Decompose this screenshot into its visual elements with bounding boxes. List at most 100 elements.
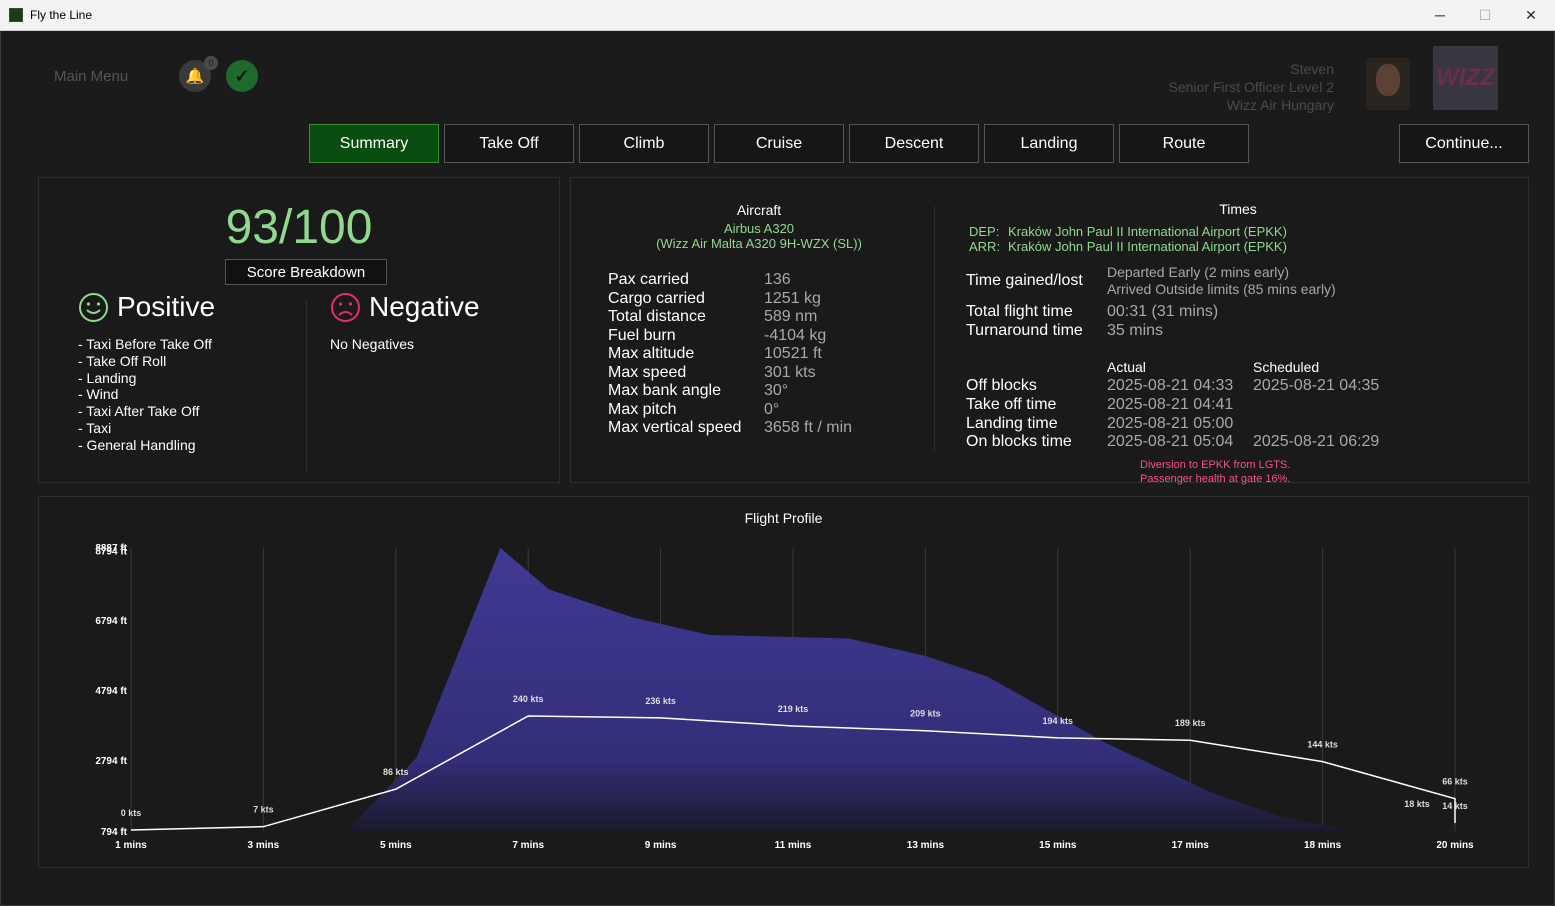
stat-label: Fuel burn xyxy=(608,326,676,344)
continue-button[interactable]: Continue... xyxy=(1399,124,1529,163)
main-menu-link[interactable]: Main Menu xyxy=(54,68,128,85)
divider xyxy=(934,206,935,452)
time-row-scheduled: 2025-08-21 06:29 xyxy=(1253,433,1380,450)
stat-value: 0° xyxy=(764,400,780,418)
stat-label: Total distance xyxy=(608,308,706,325)
list-item: - Taxi xyxy=(78,419,112,436)
stat-value: 1251 kg xyxy=(764,289,821,307)
stat-label: Cargo carried xyxy=(608,289,705,307)
stat-label: Max altitude xyxy=(608,345,695,362)
speed-label: 189 kts xyxy=(1175,718,1206,728)
list-item: - Wind xyxy=(78,386,119,403)
close-button[interactable]: ✕ xyxy=(1508,0,1554,30)
time-row-label: Landing time xyxy=(966,414,1058,432)
times-heading: Times xyxy=(1219,201,1257,217)
time-row-actual: 2025-08-21 05:04 xyxy=(1107,433,1234,450)
flight-profile-chart: 794 ft2794 ft4794 ft6794 ft8794 ft8887 f… xyxy=(95,543,1474,851)
negative-text: No Negatives xyxy=(330,336,415,352)
tab-take-off[interactable]: Take Off xyxy=(444,124,574,163)
y-tick-label: 794 ft xyxy=(101,827,128,838)
maximize-button[interactable]: ☐ xyxy=(1462,0,1508,30)
time-gained-departure: Departed Early (2 mins early) xyxy=(1107,264,1290,280)
list-item: - Taxi Before Take Off xyxy=(78,336,212,352)
list-item: - Landing xyxy=(78,369,137,386)
stat-label: Max speed xyxy=(608,363,687,381)
time-row-label: On blocks time xyxy=(966,433,1072,450)
score-value: 93/100 xyxy=(225,201,373,254)
stat-value: 136 xyxy=(764,271,791,288)
x-tick-label: 5 mins xyxy=(380,840,412,851)
details-panel: Aircraft Airbus A320 (Wizz Air Malta A32… xyxy=(570,177,1529,485)
time-row-actual: 2025-08-21 05:00 xyxy=(1107,414,1234,432)
time-gained-arrival: Arrived Outside limits (85 mins early) xyxy=(1107,281,1336,297)
frown-icon xyxy=(331,292,360,322)
negative-title: Negative xyxy=(369,291,480,322)
turnaround-value: 35 mins xyxy=(1107,322,1164,339)
speed-label: 240 kts xyxy=(513,694,544,704)
stat-label: Max pitch xyxy=(608,400,677,418)
x-tick-label: 18 mins xyxy=(1304,840,1342,851)
speed-label: 236 kts xyxy=(645,696,676,706)
stat-value: -4104 kg xyxy=(764,326,827,344)
minimize-button[interactable]: ─ xyxy=(1417,0,1463,30)
tab-summary[interactable]: Summary xyxy=(309,124,439,163)
stat-value: 589 nm xyxy=(764,308,818,325)
x-tick-label: 17 mins xyxy=(1172,840,1210,851)
dep-airport: Kraków John Paul II International Airpor… xyxy=(1008,224,1287,239)
arr-label: ARR: xyxy=(969,239,1001,254)
score-panel: 93/100 Score Breakdown Positive - Taxi B… xyxy=(38,177,560,483)
tab-route[interactable]: Route xyxy=(1119,124,1249,163)
notification-count-badge: 0 xyxy=(204,56,218,70)
avatar[interactable] xyxy=(1366,58,1410,110)
x-tick-label: 20 mins xyxy=(1436,840,1474,851)
aircraft-livery: (Wizz Air Malta A320 9H-WZX (SL)) xyxy=(656,236,862,251)
tab-climb[interactable]: Climb xyxy=(579,124,709,163)
stat-label: Pax carried xyxy=(608,271,689,288)
speed-label: 14 kts xyxy=(1442,801,1468,811)
dep-label: DEP: xyxy=(969,224,1000,239)
app-icon xyxy=(9,8,23,22)
stat-value: 301 kts xyxy=(764,363,816,381)
speed-label: 66 kts xyxy=(1442,777,1468,787)
speed-label: 194 kts xyxy=(1043,716,1074,726)
x-tick-label: 11 mins xyxy=(775,840,812,851)
time-row-label: Take off time xyxy=(966,396,1057,413)
positive-list: - Taxi Before Take Off - Take Off Roll -… xyxy=(78,336,212,454)
negative-heading: Negative xyxy=(330,291,480,323)
passenger-health-note: Passenger health at gate 16%. xyxy=(1140,473,1291,485)
tab-cruise[interactable]: Cruise xyxy=(714,124,844,163)
turnaround-label: Turnaround time xyxy=(966,322,1083,339)
total-flight-value: 00:31 (31 mins) xyxy=(1107,303,1219,320)
aircraft-heading: Aircraft xyxy=(736,202,782,218)
time-row-scheduled: 2025-08-21 04:35 xyxy=(1253,377,1380,394)
x-tick-label: 3 mins xyxy=(248,840,280,851)
tab-landing[interactable]: Landing xyxy=(984,124,1114,163)
speed-label: 18 kts xyxy=(1404,799,1430,809)
time-gained-label: Time gained/lost xyxy=(966,272,1083,289)
score-breakdown-button[interactable]: Score Breakdown xyxy=(225,259,387,285)
list-item: - General Handling xyxy=(78,436,196,453)
window-title: Fly the Line xyxy=(30,8,93,22)
aircraft-model: Airbus A320 xyxy=(723,221,795,236)
airline-logo: WIZZ xyxy=(1433,46,1498,110)
checkmark-icon[interactable]: ✓ xyxy=(226,60,258,92)
actual-header: Actual xyxy=(1107,359,1146,375)
speed-label: 209 kts xyxy=(910,709,941,719)
speed-label: 144 kts xyxy=(1307,740,1338,750)
x-tick-label: 13 mins xyxy=(907,840,945,851)
y-tick-label: 4794 ft xyxy=(95,686,127,697)
speed-label: 0 kts xyxy=(121,808,142,818)
title-bar: Fly the Line ─ ☐ ✕ xyxy=(0,0,1555,31)
stat-label: Max vertical speed xyxy=(608,419,742,436)
altitude-area xyxy=(347,548,1351,831)
arr-airport: Kraków John Paul II International Airpor… xyxy=(1008,239,1287,254)
user-airline: Wizz Air Hungary xyxy=(1226,97,1334,113)
time-row-actual: 2025-08-21 04:41 xyxy=(1107,396,1234,413)
x-tick-label: 1 mins xyxy=(115,840,147,851)
user-rank: Senior First Officer Level 2 xyxy=(1168,79,1334,95)
y-tick-label: 6794 ft xyxy=(95,616,127,627)
diversion-note: Diversion to EPKK from LGTS. xyxy=(1140,459,1291,471)
stat-value: 10521 ft xyxy=(764,345,822,362)
tab-descent[interactable]: Descent xyxy=(849,124,979,163)
total-flight-label: Total flight time xyxy=(966,303,1073,320)
